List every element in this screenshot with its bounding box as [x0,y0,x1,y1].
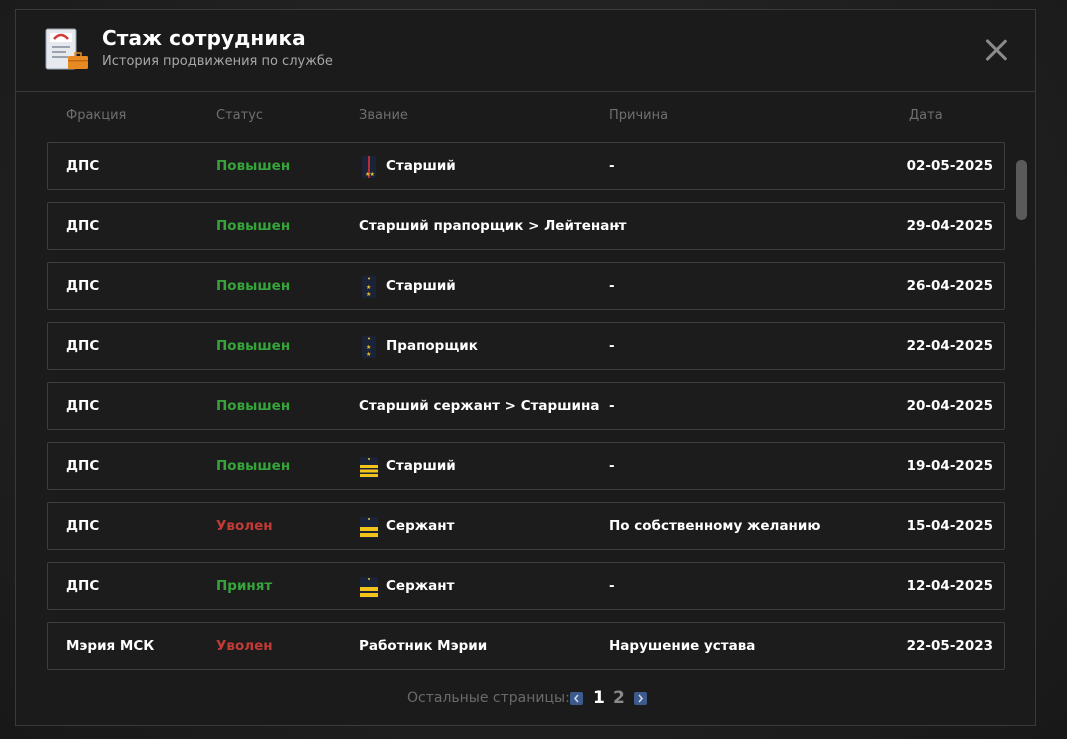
reason-cell: - [609,158,615,174]
rank-label: Старший [386,278,456,294]
column-header-status: Статус [216,108,264,123]
pagination: Остальные страницы: 1 2 [16,688,1035,710]
rank-label: Прапорщик [386,338,478,354]
rank-cell: Старший прапорщик > Лейтенант [359,203,626,249]
rank-insignia-icon [359,512,379,538]
faction-cell: ДПС [66,518,100,534]
status-cell: Повышен [216,218,291,234]
column-header-date: Дата [909,108,943,123]
faction-cell: ДПС [66,578,100,594]
reason-cell: - [609,338,615,354]
date-cell: 22-04-2025 [906,338,993,354]
table-row[interactable]: Мэрия МСК Уволен Работник Мэрии Нарушение у… [47,622,1005,670]
faction-cell: ДПС [66,338,100,354]
reason-cell: - [614,218,620,234]
rank-insignia-icon: ★ ★ [359,272,379,298]
column-header-rank: Звание [359,108,408,123]
table-row[interactable]: ДПС Повышен Старший - 19-04-2025 [47,442,1005,490]
status-cell: Повышен [216,398,291,414]
scrollbar[interactable] [1016,160,1027,680]
svg-text:★: ★ [366,284,371,291]
status-cell: Повышен [216,458,291,474]
rank-label: Работник Мэрии [359,638,488,654]
scrollbar-thumb[interactable] [1016,160,1027,220]
table-row[interactable]: ДПС Повышен ★ ★ Старший - 02-05-2025 [47,142,1005,190]
pagination-label: Остальные страницы: [407,690,570,706]
rank-cell: ★ ★ Прапорщик [359,323,478,369]
rank-insignia-icon [359,572,379,598]
chevron-right-icon[interactable] [634,692,647,705]
faction-cell: ДПС [66,158,100,174]
rank-label: Сержант [386,518,455,534]
status-cell: Повышен [216,338,291,354]
date-cell: 20-04-2025 [906,398,993,414]
table-row[interactable]: ДПС Принят Сержант - 12-04-2025 [47,562,1005,610]
status-cell: Уволен [216,638,273,654]
reason-cell: - [609,278,615,294]
reason-cell: - [609,458,615,474]
table-row[interactable]: ДПС Повышен Старший прапорщик > Лейтенант -… [47,202,1005,250]
rank-cell: Старший [359,443,456,489]
rank-cell: Сержант [359,563,454,609]
status-cell: Принят [216,578,273,594]
svg-text:★: ★ [370,171,375,178]
date-cell: 26-04-2025 [906,278,993,294]
date-cell: 15-04-2025 [906,518,993,534]
rank-cell: ★ ★ Старший [359,143,456,189]
faction-cell: ДПС [66,398,100,414]
page-1-link[interactable]: 1 [593,688,605,708]
window-title: Стаж сотрудника [102,26,306,50]
rank-label: Сержант [386,578,455,594]
faction-cell: ДПС [66,218,100,234]
status-cell: Повышен [216,278,291,294]
svg-text:★: ★ [366,344,371,351]
chevron-left-icon[interactable] [570,692,583,705]
table-row[interactable]: ДПС Повышен ★ ★ Прапорщик - 22-04-2025 [47,322,1005,370]
date-cell: 29-04-2025 [906,218,993,234]
rank-label: Старший [386,458,456,474]
svg-text:★: ★ [366,291,371,298]
reason-cell: По собственному желанию [609,518,821,534]
date-cell: 12-04-2025 [906,578,993,594]
date-cell: 22-05-2023 [906,638,993,654]
rank-label: Старший сержант > Старшина [359,398,600,414]
reason-cell: - [609,398,615,414]
close-icon[interactable] [982,36,1010,64]
rank-insignia-icon: ★ ★ [359,332,379,358]
date-cell: 02-05-2025 [906,158,993,174]
faction-cell: ДПС [66,278,100,294]
document-icon [45,28,88,70]
rank-cell: Старший сержант > Старшина [359,383,599,429]
history-table: ДПС Повышен ★ ★ Старший -02-05-2025 ДПС Повышен… [47,142,1005,670]
rank-cell: ★ ★ Старший [359,263,456,309]
window-subtitle: История продвижения по службе [102,54,333,69]
rank-label: Старший прапорщик > Лейтенант [359,218,627,234]
window-header: Стаж сотрудника История продвижения по с… [16,10,1035,92]
reason-cell: Нарушение устава [609,638,756,654]
status-cell: Повышен [216,158,291,174]
rank-cell: Работник Мэрии [359,623,487,669]
column-header-faction: Фракция [66,108,127,123]
status-cell: Уволен [216,518,273,534]
faction-cell: ДПС [66,458,100,474]
table-row[interactable]: ДПС Повышен Старший сержант > Старшина - 20-… [47,382,1005,430]
page-2-link[interactable]: 2 [613,688,625,708]
table-row[interactable]: ДПС Уволен Сержант По собственному желанию 1… [47,502,1005,550]
table-row[interactable]: ДПС Повышен ★ ★ Старший - 26-04-2025 [47,262,1005,310]
svg-text:★: ★ [366,351,371,358]
seniority-window: Стаж сотрудника История продвижения по с… [15,9,1036,726]
rank-cell: Сержант [359,503,454,549]
rank-insignia-icon [359,452,379,478]
column-header-reason: Причина [609,108,669,123]
reason-cell: - [609,578,615,594]
rank-label: Старший [386,158,456,174]
faction-cell: Мэрия МСК [66,638,155,654]
rank-insignia-icon: ★ ★ [359,152,379,178]
date-cell: 19-04-2025 [906,458,993,474]
